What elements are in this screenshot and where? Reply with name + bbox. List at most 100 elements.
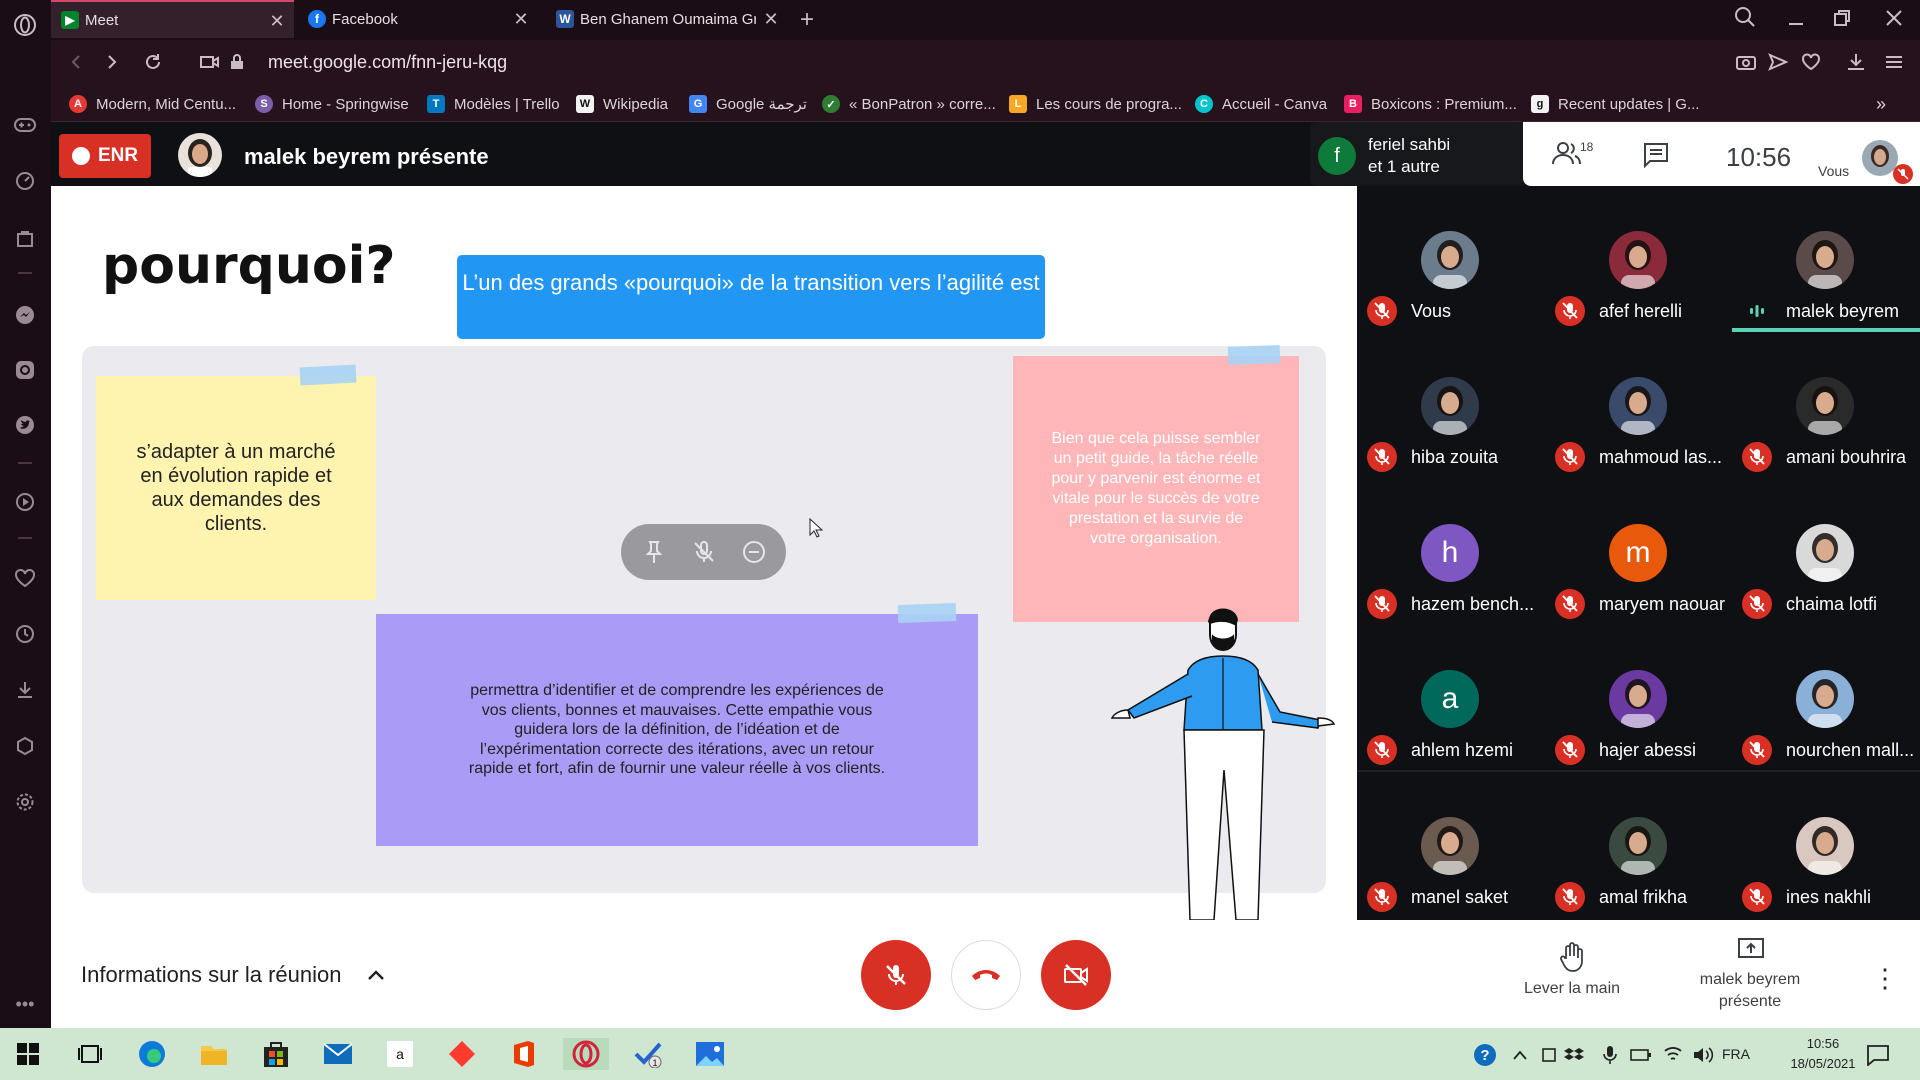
language-indicator[interactable]: FRA <box>1722 1046 1750 1062</box>
todo-app-icon[interactable]: 1 <box>632 1038 664 1070</box>
snapshot-icon[interactable] <box>1736 53 1756 71</box>
participant-tile[interactable]: afef herelli <box>1545 186 1733 332</box>
remove-icon[interactable] <box>741 539 767 565</box>
close-tab-icon[interactable]: ✕ <box>512 10 530 28</box>
bookmark-item[interactable]: S Home - Springwise <box>255 94 409 114</box>
messenger-icon[interactable] <box>13 303 37 327</box>
chat-icon[interactable] <box>1643 142 1671 170</box>
microphone-tray-icon[interactable] <box>1603 1045 1617 1065</box>
chevron-up-icon[interactable] <box>364 964 388 988</box>
participant-tile[interactable]: hiba zouita <box>1357 332 1545 478</box>
tray-clock[interactable]: 10:56 18/05/2021 <box>1775 1034 1871 1074</box>
toggle-camera-button[interactable] <box>1041 940 1111 1010</box>
wifi-icon[interactable] <box>1663 1045 1683 1065</box>
search-tabs-icon[interactable] <box>1734 6 1758 30</box>
url-field[interactable]: meet.google.com/fnn-jeru-kqg <box>268 52 507 73</box>
more-options-icon[interactable]: ⋮ <box>1872 963 1898 994</box>
participant-tile[interactable]: nourchen mall... <box>1732 625 1920 771</box>
bookmark-item[interactable]: L Les cours de progra... <box>1009 94 1182 114</box>
bookmark-item[interactable]: A Modern, Mid Centu... <box>69 94 236 114</box>
participant-tile[interactable]: malek beyrem <box>1732 186 1920 332</box>
battery-icon[interactable] <box>1630 1047 1652 1063</box>
pin-icon[interactable] <box>641 539 667 565</box>
notifications-icon[interactable] <box>1866 1044 1890 1067</box>
new-tab-button[interactable]: + <box>800 6 814 34</box>
tray-app-icon[interactable] <box>1540 1046 1558 1064</box>
bookmark-item[interactable]: B Boxicons : Premium... <box>1344 94 1517 114</box>
speed-dial-icon[interactable] <box>13 169 37 193</box>
opera-taskbar-icon[interactable] <box>563 1038 609 1070</box>
tab-meet[interactable]: ▶ Meet ✕ <box>51 0 294 38</box>
mail-icon[interactable] <box>322 1038 354 1070</box>
close-window-icon[interactable] <box>1884 8 1904 28</box>
bookmark-item[interactable]: G Google ترجمة <box>689 94 807 114</box>
close-tab-icon[interactable]: ✕ <box>762 10 780 28</box>
minimize-window-icon[interactable] <box>1786 10 1806 26</box>
instagram-icon[interactable] <box>13 358 37 382</box>
amazon-icon[interactable]: a <box>384 1038 416 1070</box>
present-screen-icon[interactable] <box>1738 938 1764 962</box>
forward-icon[interactable] <box>102 52 122 72</box>
anydo-icon[interactable] <box>446 1038 478 1070</box>
opera-logo-icon[interactable] <box>13 13 37 37</box>
history-icon[interactable] <box>13 622 37 646</box>
microsoft-store-icon[interactable] <box>260 1038 292 1070</box>
leave-call-button[interactable] <box>951 940 1021 1010</box>
bookmark-heart-icon[interactable] <box>1801 53 1821 71</box>
present-now-label[interactable]: malek beyrem présente <box>1668 969 1832 1013</box>
bookmark-item[interactable]: g Recent updates | G... <box>1531 94 1699 114</box>
player-icon[interactable] <box>13 490 37 514</box>
meeting-info-button[interactable]: Informations sur la réunion <box>81 962 341 988</box>
edge-browser-icon[interactable] <box>136 1038 168 1070</box>
file-explorer-icon[interactable] <box>198 1038 230 1070</box>
dropbox-icon[interactable] <box>1564 1046 1584 1064</box>
camera-off-icon <box>1064 964 1088 986</box>
volume-icon[interactable] <box>1692 1045 1714 1065</box>
raise-hand-label[interactable]: Lever la main <box>1507 980 1637 998</box>
participant-tile[interactable]: Vous <box>1357 186 1545 332</box>
participant-tile[interactable]: h hazem bench... <box>1357 479 1545 625</box>
office-icon[interactable] <box>508 1038 540 1070</box>
send-icon[interactable] <box>1768 53 1789 71</box>
help-icon[interactable]: ? <box>1473 1043 1497 1067</box>
tray-chevron-up-icon[interactable] <box>1512 1048 1528 1062</box>
extensions-icon[interactable] <box>13 734 37 758</box>
gamepad-icon[interactable] <box>13 113 37 137</box>
easy-setup-icon[interactable] <box>1884 53 1904 71</box>
participant-tile[interactable]: chaima lotfi <box>1732 479 1920 625</box>
heart-icon[interactable] <box>13 566 37 590</box>
twitter-icon[interactable] <box>13 413 37 437</box>
participant-tile[interactable]: manel saket <box>1357 772 1545 918</box>
windows-start-icon[interactable] <box>12 1038 44 1070</box>
download-icon[interactable] <box>1846 53 1866 71</box>
settings-gear-icon[interactable] <box>13 790 37 814</box>
lock-icon[interactable] <box>230 54 244 70</box>
back-icon[interactable] <box>66 52 86 72</box>
camera-permission-icon[interactable] <box>200 54 220 70</box>
toggle-mic-button[interactable] <box>861 940 931 1010</box>
more-bookmarks-button[interactable]: » <box>1876 94 1886 114</box>
raise-hand-icon[interactable] <box>1560 942 1584 972</box>
bookmark-item[interactable]: ✓ « BonPatron » corre... <box>822 94 996 114</box>
downloads-icon[interactable] <box>13 678 37 702</box>
tab-word-document[interactable]: W Ben Ghanem Oumaima Gr ✕ <box>546 0 788 38</box>
participant-tile[interactable]: mahmoud las... <box>1545 332 1733 478</box>
participant-tile[interactable]: amani bouhrira <box>1732 332 1920 478</box>
participant-tile[interactable]: m maryem naouar <box>1545 479 1733 625</box>
reload-icon[interactable] <box>143 52 163 72</box>
bookmark-item[interactable]: W Wikipedia <box>576 94 668 114</box>
bookmark-item[interactable]: C Accueil - Canva <box>1195 94 1327 114</box>
participant-tile[interactable]: amal frikha <box>1545 772 1733 918</box>
participant-tile[interactable]: a ahlem hzemi <box>1357 625 1545 771</box>
mute-mic-icon[interactable] <box>691 539 717 565</box>
task-view-icon[interactable] <box>74 1038 106 1070</box>
tab-facebook[interactable]: f Facebook ✕ <box>298 0 538 38</box>
restore-window-icon[interactable] <box>1832 8 1852 28</box>
bookmark-item[interactable]: T Modèles | Trello <box>427 94 560 114</box>
close-tab-icon[interactable]: ✕ <box>268 12 286 30</box>
photos-icon[interactable] <box>694 1038 726 1070</box>
shopping-bag-icon[interactable] <box>13 226 37 250</box>
participant-tile[interactable]: hajer abessi <box>1545 625 1733 771</box>
sidebar-more-icon[interactable]: ••• <box>13 992 37 1016</box>
participant-tile[interactable]: ines nakhli <box>1732 772 1920 918</box>
